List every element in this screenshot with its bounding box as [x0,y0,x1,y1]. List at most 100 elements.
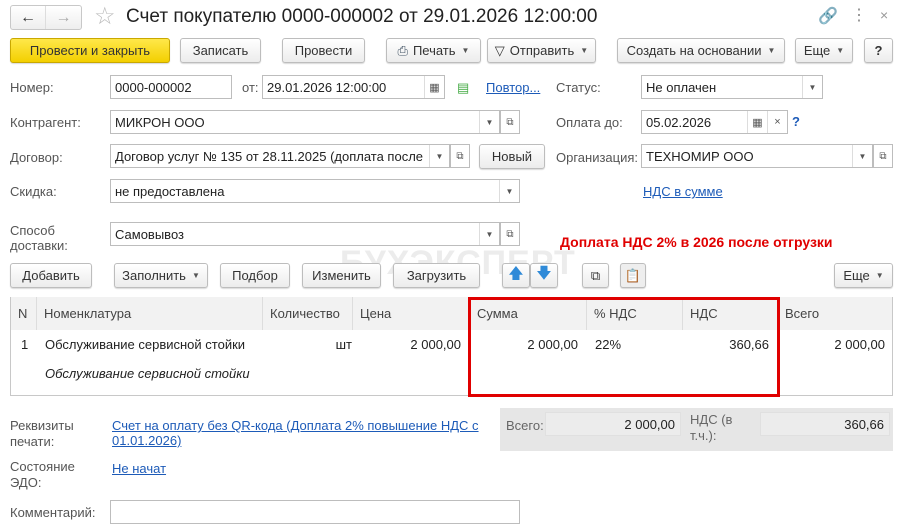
value: МИКРОН ООО [115,114,205,130]
label: Еще [843,268,870,283]
counterparty-field[interactable]: МИКРОН ООО ▼ [110,110,500,134]
print-details-label: Реквизиты печати: [10,418,74,449]
dropdown-arrow-icon: ▼ [580,46,589,55]
delivery-field[interactable]: Самовывоз ▼ [110,222,500,246]
dropdown-arrow-icon[interactable]: ▼ [802,76,822,98]
column-header-n[interactable]: N [11,297,37,330]
help-icon[interactable]: ? [792,114,800,129]
comment-label: Комментарий: [10,505,96,520]
copy-button[interactable]: ⧉ [582,263,609,288]
discount-label: Скидка: [10,184,57,199]
label: Провести [294,43,353,58]
dropdown-arrow-icon[interactable]: ▼ [479,223,499,245]
counterparty-label: Контрагент: [10,115,81,130]
column-header-price[interactable]: Цена [353,297,470,330]
pay-until-field[interactable]: 05.02.2026 ▦ × [641,110,788,134]
move-down-button[interactable]: 🡇 [530,263,558,288]
open-icon[interactable]: ⧉ [500,222,520,246]
open-icon[interactable]: ⧉ [450,144,470,168]
total-field: 2 000,00 [545,412,681,436]
window-title: Счет покупателю 0000-000002 от 29.01.202… [126,6,598,27]
organization-field[interactable]: ТЕХНОМИР ООО ▼ [641,144,873,168]
print-button[interactable]: ⎙ Печать ▼ [386,38,481,63]
dropdown-arrow-icon[interactable]: ▼ [479,111,499,133]
cell-total: 2 000,00 [834,337,885,352]
open-icon[interactable]: ⧉ [500,110,520,134]
create-based-on-button[interactable]: Создать на основании ▼ [617,38,785,63]
help-button[interactable]: ? [864,38,893,63]
cell-item-sub: Обслуживание сервисной стойки [45,366,250,381]
annotation-text: Доплата НДС 2% в 2026 после отгрузки [560,234,833,250]
dropdown-arrow-icon: ▼ [767,46,776,55]
number-field[interactable]: 0000-000002 [110,75,232,99]
calendar-icon[interactable]: ▦ [424,76,444,98]
column-header-total[interactable]: Всего [778,297,892,330]
vat-total-field: 360,66 [760,412,890,436]
document-check-icon: ▤ [457,80,470,95]
send-icon: ▽ [494,42,505,58]
move-up-button[interactable]: 🡅 [502,263,530,288]
date-label: от: [242,80,259,95]
forward-arrow-icon[interactable]: → [46,6,81,29]
more-button[interactable]: Еще ▼ [795,38,853,63]
post-button[interactable]: Провести [282,38,365,63]
post-and-close-button[interactable]: Провести и закрыть [10,38,170,63]
back-arrow-icon[interactable]: ← [11,6,47,29]
printer-icon: ⎙ [397,42,408,58]
print-details-link[interactable]: Счет на оплату без QR-кода (Доплата 2% п… [112,418,487,448]
new-contract-button[interactable]: Новый [479,144,545,169]
copy-icon: ⧉ [590,267,601,283]
contract-field[interactable]: Договор услуг № 135 от 28.11.2025 (допла… [110,144,450,168]
pick-button[interactable]: Подбор [220,263,290,288]
value: 360,66 [844,416,884,432]
table-more-button[interactable]: Еще ▼ [834,263,893,288]
load-button[interactable]: Загрузить [393,263,480,288]
organization-label: Организация: [556,150,639,165]
total-label: Всего: [506,418,544,433]
add-button[interactable]: Добавить [10,263,92,288]
value: Не оплачен [646,79,717,95]
column-header-item[interactable]: Номенклатура [37,297,263,330]
dropdown-arrow-icon[interactable]: ▼ [429,145,449,167]
link-icon[interactable]: 🔗 [818,6,838,26]
paste-icon: 📋 [624,267,642,283]
label: ? [874,43,883,58]
paste-button[interactable]: 📋 [620,263,646,288]
value: Договор услуг № 135 от 28.11.2025 (допла… [115,148,424,164]
value: не предоставлена [115,183,225,199]
send-button[interactable]: ▽ Отправить ▼ [487,38,596,63]
status-select[interactable]: Не оплачен ▼ [641,75,823,99]
label: Загрузить [406,268,467,283]
open-icon[interactable]: ⧉ [873,144,893,168]
highlight-box [468,297,780,397]
dropdown-arrow-icon[interactable]: ▼ [852,145,872,167]
value: 05.02.2026 [646,114,712,130]
calendar-icon[interactable]: ▦ [747,111,767,133]
label: Создать на основании [626,43,762,58]
column-header-quantity[interactable]: Количество [263,297,353,330]
label: Новый [491,149,533,164]
comment-field[interactable] [110,500,520,524]
close-icon[interactable]: × [880,7,888,23]
label: Изменить [312,268,371,283]
discount-field[interactable]: не предоставлена ▼ [110,179,520,203]
more-vertical-icon[interactable]: ⋮ [851,5,867,25]
label: Заполнить [122,268,186,283]
pay-until-label: Оплата до: [556,115,623,130]
arrow-up-icon: 🡅 [508,265,524,282]
dropdown-arrow-icon[interactable]: ▼ [499,180,519,202]
cell-item: Обслуживание сервисной стойки [45,337,246,352]
edit-button[interactable]: Изменить [302,263,381,288]
label: Провести и закрыть [29,43,151,58]
favorite-star-icon[interactable]: ☆ [94,2,116,31]
label: Отправить [509,43,575,58]
edo-status-link[interactable]: Не начат [112,461,166,476]
dropdown-arrow-icon: ▼ [875,271,884,280]
fill-button[interactable]: Заполнить ▼ [114,263,208,288]
save-button[interactable]: Записать [180,38,261,63]
date-field[interactable]: 29.01.2026 12:00:00 ▦ [262,75,445,99]
repeat-link[interactable]: Повтор... [486,80,540,95]
label: Добавить [22,268,80,283]
vat-in-sum-link[interactable]: НДС в сумме [643,184,723,199]
clear-icon[interactable]: × [767,111,787,133]
